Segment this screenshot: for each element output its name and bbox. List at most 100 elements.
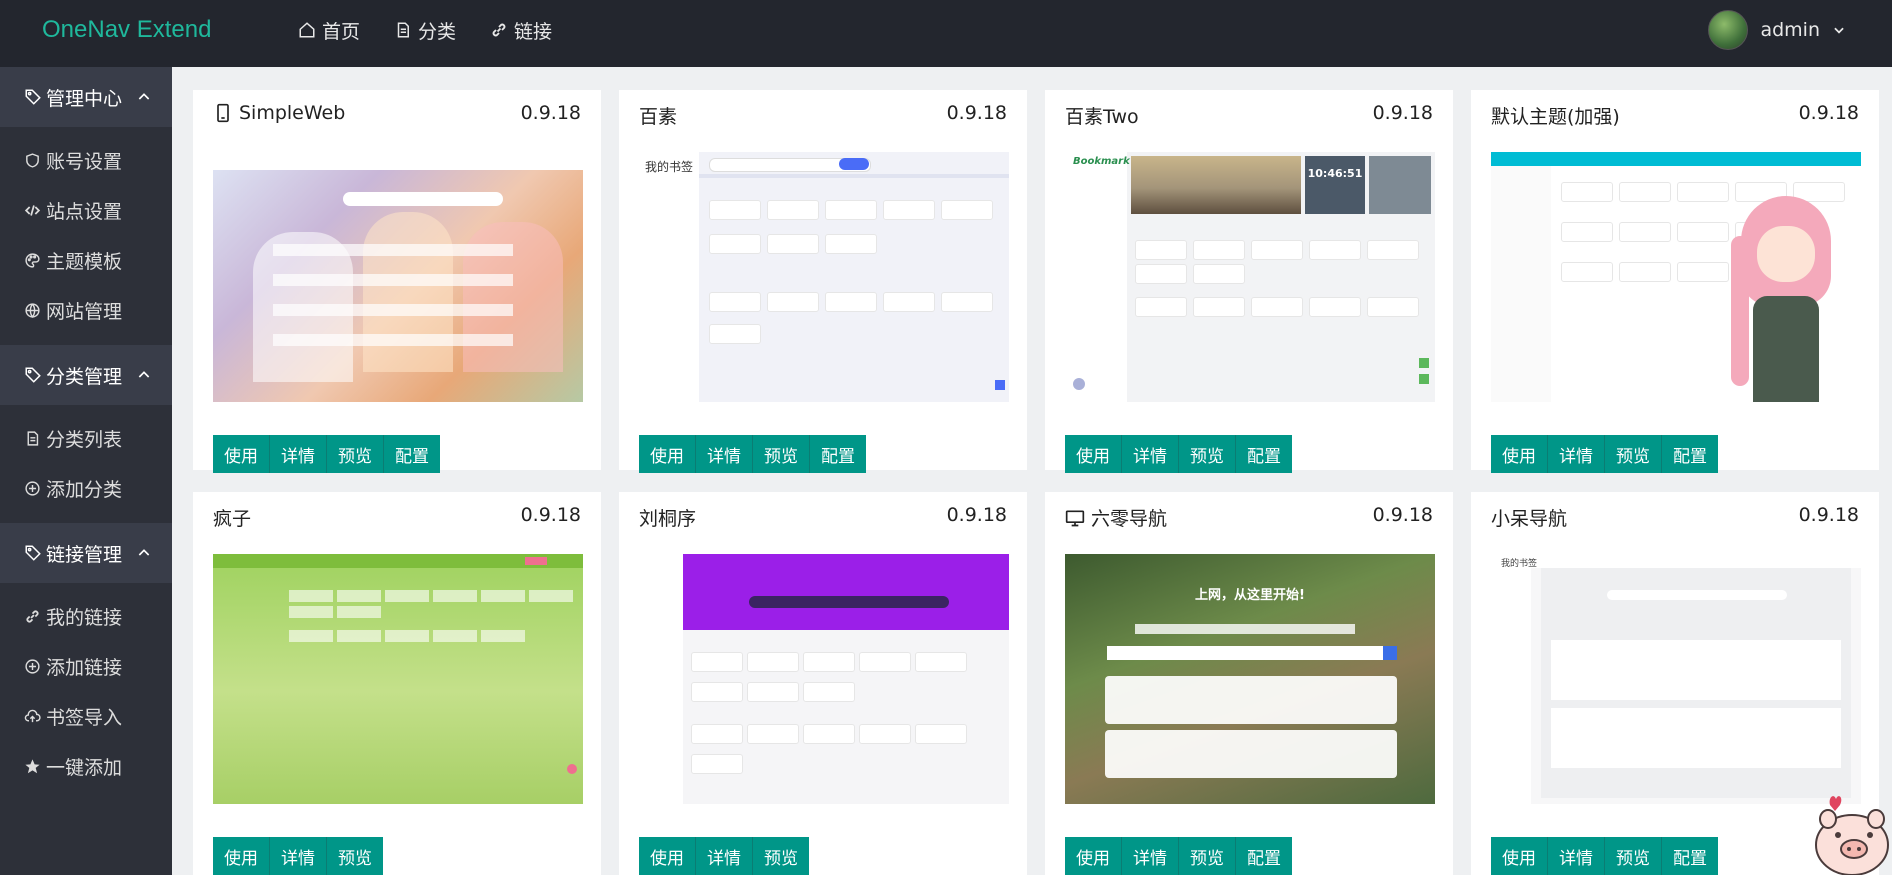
theme-preview-image[interactable] — [213, 152, 583, 402]
nav-category-label: 分类 — [418, 20, 457, 43]
theme-title: 六零导航 — [1065, 504, 1167, 531]
nav-category[interactable]: 分类 — [394, 17, 456, 44]
sidebar-item-label: 我的链接 — [46, 606, 123, 629]
config-button[interactable]: 配置 — [384, 435, 440, 473]
preview-clock: 10:46:51 — [1305, 156, 1365, 214]
preview-button[interactable]: 预览 — [327, 435, 384, 473]
preview-button[interactable]: 预览 — [1605, 435, 1662, 473]
use-button[interactable]: 使用 — [213, 435, 270, 473]
sidebar-item-quick-add[interactable]: 一键添加 — [0, 741, 172, 791]
link-icon — [492, 23, 506, 37]
detail-button[interactable]: 详情 — [1122, 435, 1179, 473]
use-button[interactable]: 使用 — [213, 837, 270, 875]
sidebar-item-label: 网站管理 — [46, 300, 123, 323]
theme-name: 小呆导航 — [1491, 508, 1568, 530]
theme-name: 刘桐序 — [639, 508, 697, 530]
config-button[interactable]: 配置 — [1236, 435, 1292, 473]
home-icon — [299, 22, 315, 38]
user-menu[interactable]: admin — [1708, 0, 1846, 60]
chevron-down-icon — [1834, 27, 1844, 34]
add-circle-icon — [25, 480, 40, 496]
preview-hero-text: 上网，从这里开始! — [1195, 588, 1305, 603]
sidebar-group-admin[interactable]: 管理中心 — [0, 67, 172, 127]
theme-title: 百素 — [639, 102, 677, 129]
theme-preview-image[interactable]: Bookmark 10:46:51 — [1065, 152, 1435, 402]
use-button[interactable]: 使用 — [1065, 435, 1122, 473]
avatar[interactable] — [1708, 10, 1749, 50]
theme-card-baisu-two: 百素Two 0.9.18 Bookmark 10:46:51 使用 详情 预览 … — [1045, 90, 1453, 473]
sidebar-item-label: 书签导入 — [46, 706, 123, 729]
preview-button[interactable]: 预览 — [1179, 435, 1236, 473]
config-button[interactable]: 配置 — [1236, 837, 1292, 875]
theme-preview-image[interactable] — [639, 554, 1009, 804]
tag-icon — [25, 367, 41, 383]
detail-button[interactable]: 详情 — [270, 837, 327, 875]
use-button[interactable]: 使用 — [1065, 837, 1122, 875]
app-logo[interactable]: OneNav Extend — [42, 0, 211, 67]
config-button[interactable]: 配置 — [1662, 435, 1718, 473]
theme-title: 小呆导航 — [1491, 504, 1567, 531]
nav-links-label: 链接 — [514, 20, 553, 43]
preview-button[interactable]: 预览 — [1605, 837, 1662, 875]
top-header: OneNav Extend 首页 分类 链接 admin — [0, 0, 1892, 67]
detail-button[interactable]: 详情 — [1122, 837, 1179, 875]
theme-name: 六零导航 — [1091, 508, 1168, 530]
detail-button[interactable]: 详情 — [696, 435, 753, 473]
theme-title: 默认主题(加强) — [1491, 102, 1620, 129]
preview-button[interactable]: 预览 — [1179, 837, 1236, 875]
preview-header-text: 我的书签 — [645, 160, 694, 174]
pig-mascot-icon[interactable] — [1812, 783, 1892, 875]
detail-button[interactable]: 详情 — [696, 837, 753, 875]
theme-preview-image[interactable] — [1491, 152, 1861, 402]
chevron-up-icon — [138, 371, 150, 378]
detail-button[interactable]: 详情 — [1548, 837, 1605, 875]
theme-actions: 使用 详情 预览 配置 — [1065, 837, 1292, 875]
theme-actions: 使用 详情 预览 配置 — [639, 435, 866, 473]
sidebar-item-web[interactable]: 网站管理 — [0, 285, 172, 335]
config-button[interactable]: 配置 — [810, 435, 866, 473]
theme-card-liutongxu: 刘桐序 0.9.18 使用 详情 预览 — [619, 492, 1027, 875]
sidebar-group-links[interactable]: 链接管理 — [0, 523, 172, 583]
sidebar-item-category-list[interactable]: 分类列表 — [0, 413, 172, 463]
link-icon — [26, 609, 39, 623]
sidebar-group-admin-label: 管理中心 — [46, 87, 123, 110]
sidebar-item-add-category[interactable]: 添加分类 — [0, 463, 172, 513]
sidebar-group-links-label: 链接管理 — [46, 543, 123, 566]
use-button[interactable]: 使用 — [1491, 435, 1548, 473]
theme-name: 默认主题(加强) — [1491, 106, 1620, 128]
use-button[interactable]: 使用 — [639, 837, 696, 875]
config-button[interactable]: 配置 — [1662, 837, 1718, 875]
use-button[interactable]: 使用 — [1491, 837, 1548, 875]
preview-button[interactable]: 预览 — [327, 837, 383, 875]
username[interactable]: admin — [1760, 19, 1820, 41]
sidebar-item-account[interactable]: 账号设置 — [0, 135, 172, 185]
sidebar-item-theme[interactable]: 主题模板 — [0, 235, 172, 285]
top-nav: 首页 分类 链接 — [298, 0, 552, 60]
nav-links[interactable]: 链接 — [490, 17, 552, 44]
theme-preview-image[interactable]: 上网，从这里开始! — [1065, 554, 1435, 804]
file-icon — [397, 22, 410, 38]
theme-title: 百素Two — [1065, 102, 1139, 129]
theme-preview-image[interactable]: 我的书签 — [639, 152, 1009, 402]
theme-preview-image[interactable]: 我的书签 — [1491, 554, 1861, 804]
sidebar-item-bookmark-import[interactable]: 书签导入 — [0, 691, 172, 741]
sidebar-group-category[interactable]: 分类管理 — [0, 345, 172, 405]
sidebar-item-my-links[interactable]: 我的链接 — [0, 591, 172, 641]
theme-name: SimpleWeb — [239, 102, 346, 124]
sidebar-item-label: 一键添加 — [46, 756, 123, 779]
preview-button[interactable]: 预览 — [753, 837, 809, 875]
nav-home[interactable]: 首页 — [298, 17, 360, 44]
palette-icon — [25, 252, 40, 268]
detail-button[interactable]: 详情 — [1548, 435, 1605, 473]
preview-button[interactable]: 预览 — [753, 435, 810, 473]
sidebar-item-label: 主题模板 — [46, 250, 123, 273]
theme-preview-image[interactable] — [213, 554, 583, 804]
sidebar-item-add-link[interactable]: 添加链接 — [0, 641, 172, 691]
use-button[interactable]: 使用 — [639, 435, 696, 473]
add-circle-icon — [25, 658, 40, 674]
theme-name: 百素Two — [1065, 106, 1139, 128]
tag-icon — [25, 545, 41, 561]
sidebar-item-site[interactable]: 站点设置 — [0, 185, 172, 235]
detail-button[interactable]: 详情 — [270, 435, 327, 473]
theme-version: 0.9.18 — [1372, 504, 1433, 526]
